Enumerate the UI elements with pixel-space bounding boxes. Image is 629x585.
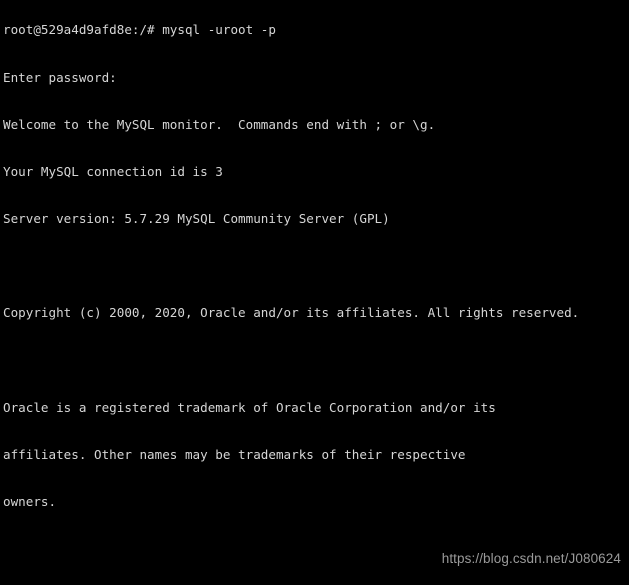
terminal-output-area[interactable]: root@529a4d9afd8e:/# mysql -uroot -p Ent… (3, 0, 629, 585)
terminal-line: owners. (3, 494, 57, 509)
terminal-line: affiliates. Other names may be trademark… (3, 446, 466, 462)
terminal-line: Your MySQL connection id is 3 (3, 163, 223, 179)
terminal-line: Oracle is a registered trademark of Orac… (3, 399, 496, 415)
terminal-line: Server version: 5.7.29 MySQL Community S… (3, 211, 390, 227)
terminal-line: Copyright (c) 2000, 2020, Oracle and/or … (3, 305, 580, 321)
terminal-line: Enter password: (3, 69, 117, 85)
terminal-window[interactable]: root@529a4d9afd8e:/# mysql -uroot -p Ent… (0, 0, 629, 585)
terminal-line: root@529a4d9afd8e:/# mysql -uroot -p (3, 22, 276, 38)
terminal-line: Welcome to the MySQL monitor. Commands e… (3, 116, 436, 132)
